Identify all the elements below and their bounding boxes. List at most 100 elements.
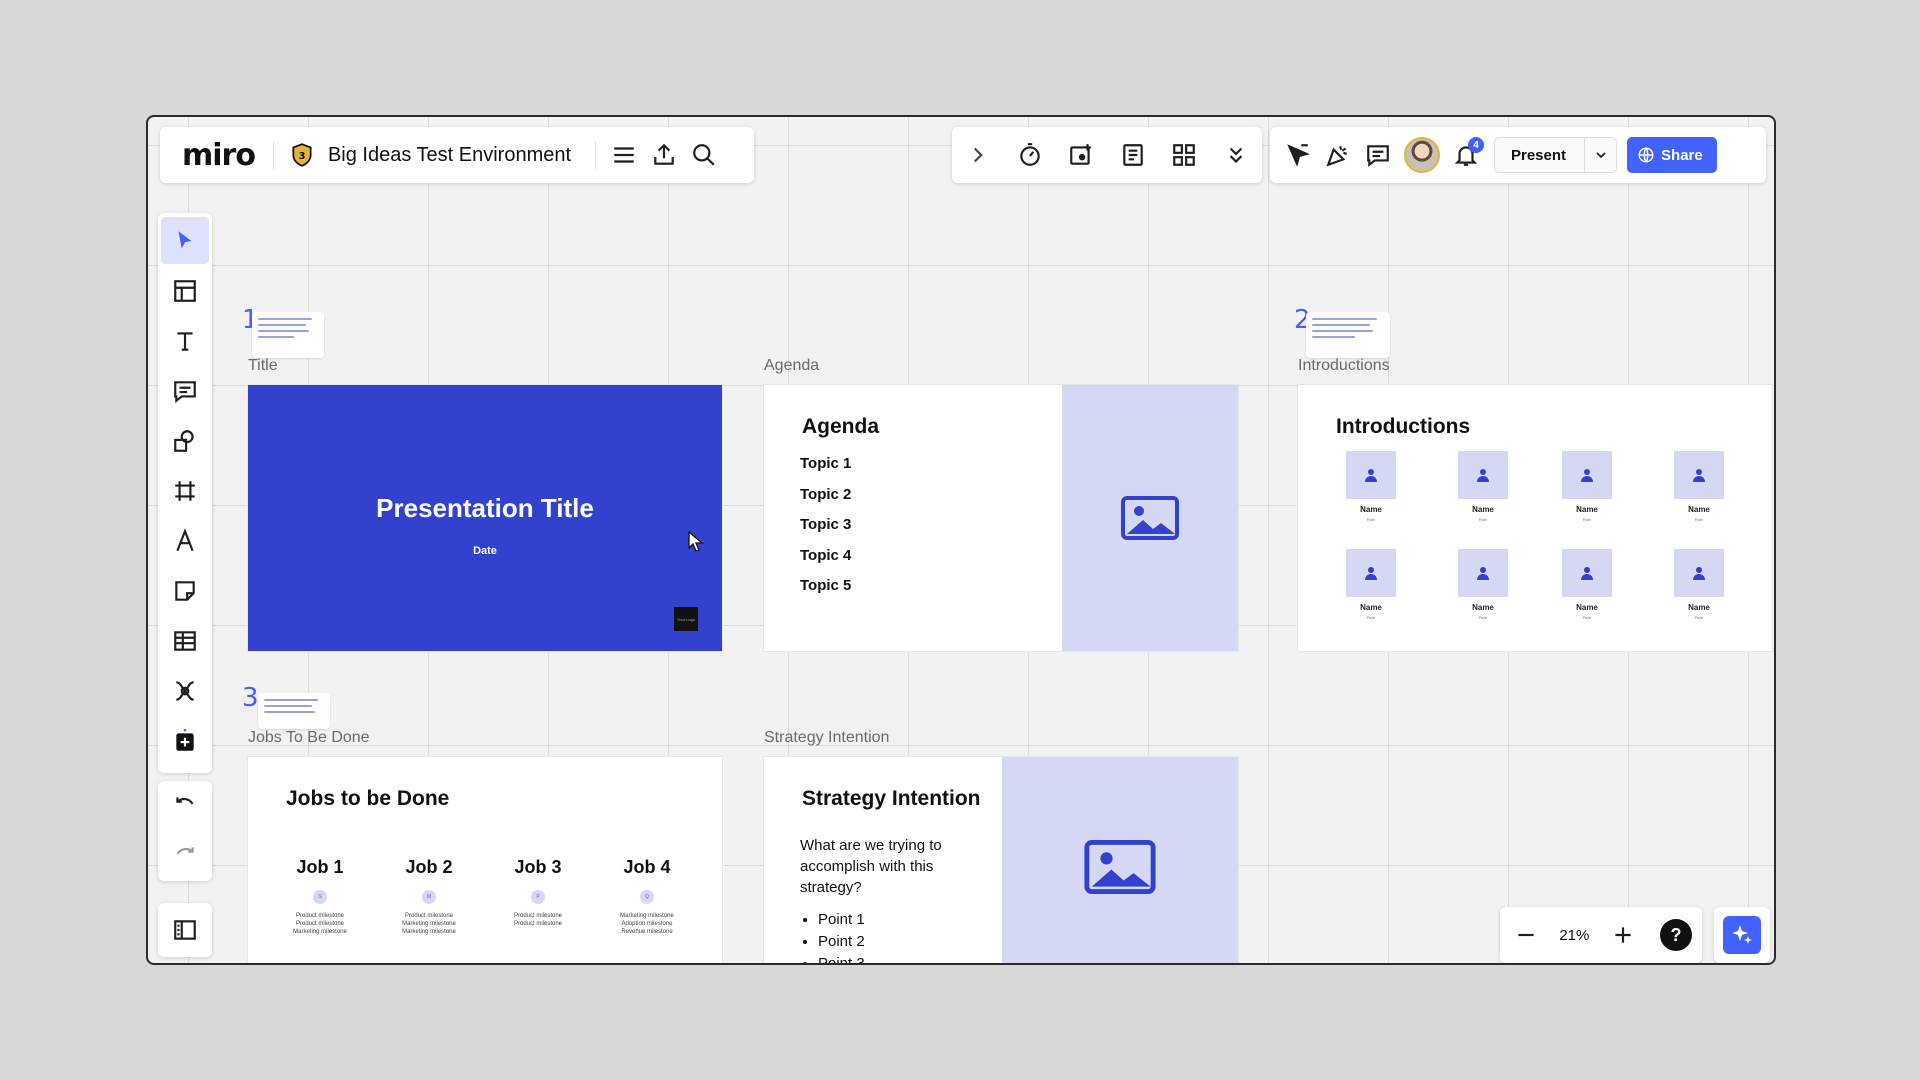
templates-tool[interactable] (161, 267, 209, 314)
comment-icon[interactable] (1358, 135, 1398, 175)
logo-placeholder: Your Logo (674, 607, 698, 631)
person-card: Name Role (1557, 451, 1617, 522)
jobs-heading: Jobs to be Done (286, 787, 450, 810)
frame-label-title[interactable]: Title (248, 357, 278, 375)
frame-label-introductions[interactable]: Introductions (1298, 357, 1390, 375)
frame-number: 3 (242, 683, 259, 713)
miro-window: miro 3 Big Ideas Test Environment 4 Pres… (146, 115, 1776, 965)
image-icon (1084, 840, 1156, 894)
chevron-right-icon[interactable] (958, 135, 998, 175)
presentation-title: Presentation Title (376, 493, 594, 523)
frame-label-strategy[interactable]: Strategy Intention (764, 729, 889, 747)
frame-note[interactable] (1306, 312, 1390, 358)
notification-count-badge: 4 (1468, 137, 1484, 153)
frame-note[interactable] (252, 312, 324, 358)
agenda-heading: Agenda (802, 415, 880, 438)
grid-icon[interactable] (1164, 135, 1204, 175)
person-card: Name Role (1341, 451, 1401, 522)
mindmap-tool[interactable] (161, 667, 209, 714)
chevrons-down-icon[interactable] (1216, 135, 1256, 175)
table-tool[interactable] (161, 617, 209, 664)
frame-note[interactable] (258, 693, 330, 729)
image-placeholder (1062, 385, 1238, 651)
agenda-topic: Topic 5 (800, 577, 852, 594)
menu-icon[interactable] (604, 135, 644, 175)
ai-assist-button[interactable] (1714, 907, 1770, 963)
collaboration-toolbar (952, 127, 1262, 183)
plus-square-icon (176, 728, 194, 751)
person-card: Name Role (1453, 549, 1513, 620)
cursor-arrow-icon (178, 230, 192, 249)
comment-tool[interactable] (161, 367, 209, 414)
text-tool[interactable] (161, 317, 209, 364)
image-icon (1121, 496, 1179, 540)
person-card: Name Role (1669, 451, 1729, 522)
agenda-slide-frame[interactable]: Agenda Topic 1 Topic 2 Topic 3 Topic 4 T… (764, 385, 1238, 651)
plan-badge-number: 3 (299, 151, 306, 162)
undo-icon[interactable] (165, 786, 205, 826)
export-icon[interactable] (644, 135, 684, 175)
strategy-point-list: Point 1 Point 2 Point 3 (818, 909, 865, 963)
sticky-note-icon (175, 580, 195, 601)
introductions-slide-frame[interactable]: Introductions Name Role Name Role Name Role… (1298, 385, 1772, 651)
redo-icon[interactable] (165, 836, 205, 876)
mindmap-icon (176, 680, 194, 701)
frame-label-jobs[interactable]: Jobs To Be Done (248, 729, 370, 747)
person-icon (1674, 549, 1724, 597)
select-tool[interactable] (161, 217, 209, 264)
help-button[interactable]: ? (1656, 915, 1696, 955)
notifications-bell-icon[interactable]: 4 (1446, 135, 1486, 175)
user-avatar[interactable] (1404, 137, 1440, 173)
divider (272, 141, 274, 169)
zoom-in-icon[interactable] (1603, 915, 1643, 955)
mouse-cursor-icon (688, 531, 704, 552)
timer-icon[interactable] (1010, 135, 1050, 175)
card-icon[interactable] (1061, 135, 1101, 175)
present-options-chevron-icon[interactable] (1584, 137, 1616, 173)
sticky-comment-icon (174, 380, 196, 403)
image-placeholder (1002, 757, 1238, 963)
pen-icon (176, 527, 194, 551)
share-button[interactable]: Share (1627, 137, 1717, 173)
frame-icon (175, 480, 195, 501)
strategy-slide-frame[interactable]: Strategy Intention What are we trying to… (764, 757, 1238, 963)
zoom-level[interactable]: 21% (1559, 927, 1589, 944)
globe-icon (1638, 147, 1654, 163)
notes-icon[interactable] (1113, 135, 1153, 175)
present-button[interactable]: Present (1495, 147, 1584, 164)
pen-tool[interactable] (161, 517, 209, 564)
miro-logo[interactable]: miro (182, 138, 256, 173)
title-slide-frame[interactable]: Presentation Title Date Your Logo (248, 385, 722, 651)
strategy-heading: Strategy Intention (802, 787, 981, 810)
sparkle-icon (1723, 916, 1761, 954)
board-header: miro 3 Big Ideas Test Environment (160, 127, 754, 183)
frame-tool[interactable] (161, 467, 209, 514)
search-icon[interactable] (684, 135, 724, 175)
person-icon (1674, 451, 1724, 499)
job-column: Job 1 S Product milestone Product milestone… (293, 857, 347, 935)
person-icon (1346, 451, 1396, 499)
person-icon (1458, 451, 1508, 499)
jobs-slide-frame[interactable]: Jobs to be Done Job 1 S Product milestone P… (248, 757, 722, 963)
more-apps-tool[interactable] (161, 717, 209, 764)
sticky-note-tool[interactable] (161, 567, 209, 614)
job-column: Job 3 P Product milestone Product milestone (513, 857, 563, 927)
person-icon (1562, 549, 1612, 597)
strategy-point: Point 3 (818, 953, 865, 963)
person-icon (1346, 549, 1396, 597)
person-card: Name Role (1669, 549, 1729, 620)
frames-panel-toggle[interactable] (158, 903, 212, 957)
agenda-topic: Topic 4 (800, 546, 852, 564)
person-card: Name Role (1341, 549, 1401, 620)
plan-badge-icon[interactable]: 3 (282, 135, 322, 175)
present-button-group: Present (1494, 137, 1618, 173)
shapes-tool[interactable] (161, 417, 209, 464)
celebrate-icon[interactable] (1318, 135, 1358, 175)
templates-icon (174, 279, 196, 302)
frame-label-agenda[interactable]: Agenda (764, 357, 819, 375)
person-card: Name Role (1557, 549, 1617, 620)
zoom-out-icon[interactable] (1506, 915, 1546, 955)
reactions-icon[interactable] (1278, 135, 1318, 175)
person-icon (1562, 451, 1612, 499)
board-title[interactable]: Big Ideas Test Environment (328, 144, 571, 167)
